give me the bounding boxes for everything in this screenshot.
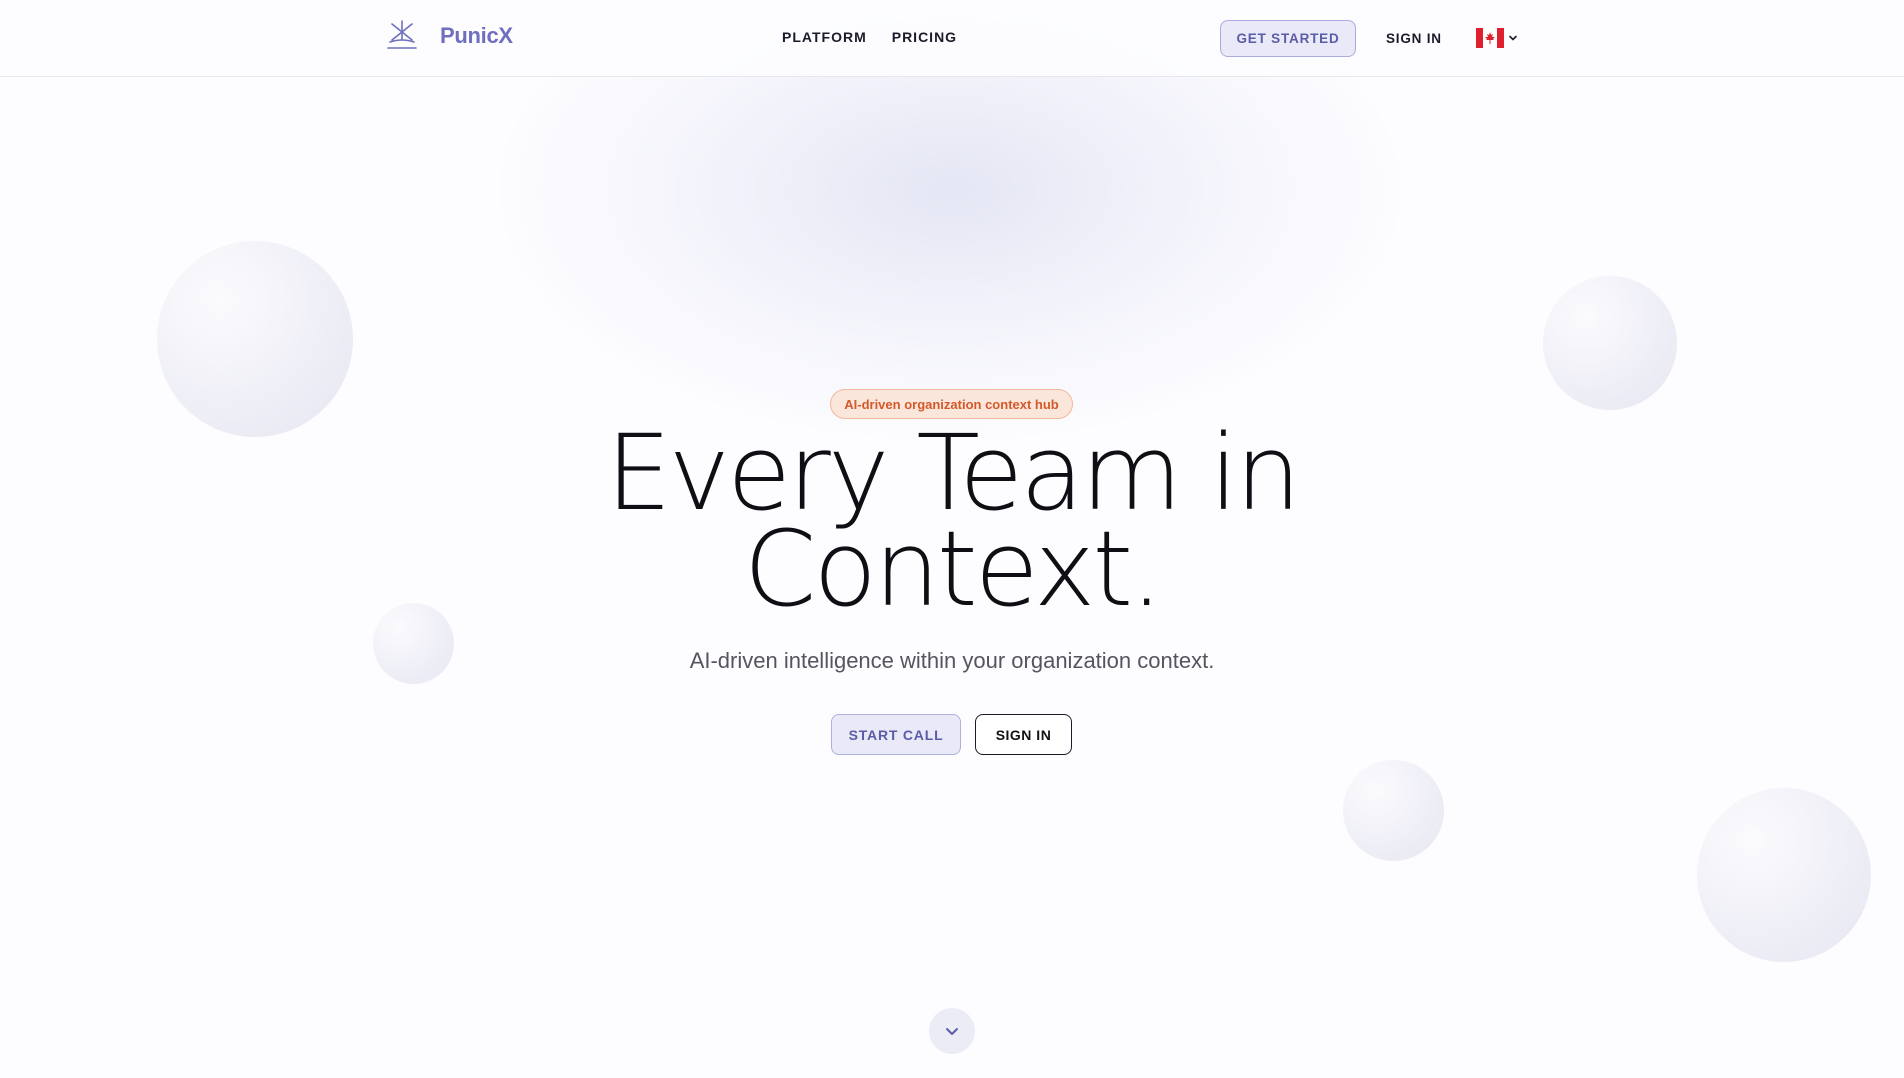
decorative-sphere	[157, 241, 353, 437]
scroll-down-button[interactable]	[929, 1008, 975, 1054]
decorative-sphere	[1543, 276, 1677, 410]
chevron-down-icon	[946, 1028, 958, 1035]
header-sign-in-link[interactable]: SIGN IN	[1386, 31, 1442, 46]
language-selector[interactable]	[1476, 28, 1518, 48]
brand-logo[interactable]: PunicX	[384, 18, 513, 54]
logo-icon	[387, 20, 417, 49]
top-navbar: PunicX PLATFORM PRICING GET STARTED SIGN…	[0, 0, 1904, 77]
hero-sign-in-button[interactable]: SIGN IN	[975, 714, 1072, 755]
brand-name: PunicX	[440, 23, 513, 48]
nav-platform[interactable]: PLATFORM	[782, 29, 867, 45]
hero-title-line-2: Context.	[743, 508, 1163, 630]
decorative-sphere	[373, 603, 454, 684]
landing-page: PunicX PLATFORM PRICING GET STARTED SIGN…	[0, 0, 1904, 1078]
hero-subtitle: AI-driven intelligence within your organ…	[689, 648, 1215, 673]
nav-pricing[interactable]: PRICING	[892, 29, 957, 45]
start-call-button[interactable]: START CALL	[831, 714, 961, 755]
get-started-button[interactable]: GET STARTED	[1220, 20, 1356, 57]
decorative-sphere	[1697, 788, 1871, 962]
hero-title: Every Team in Context.	[552, 421, 1352, 621]
main-nav: PLATFORM PRICING	[782, 29, 957, 45]
canada-flag-icon	[1476, 28, 1504, 48]
chevron-down-icon	[1509, 35, 1517, 41]
decorative-sphere	[1343, 760, 1444, 861]
